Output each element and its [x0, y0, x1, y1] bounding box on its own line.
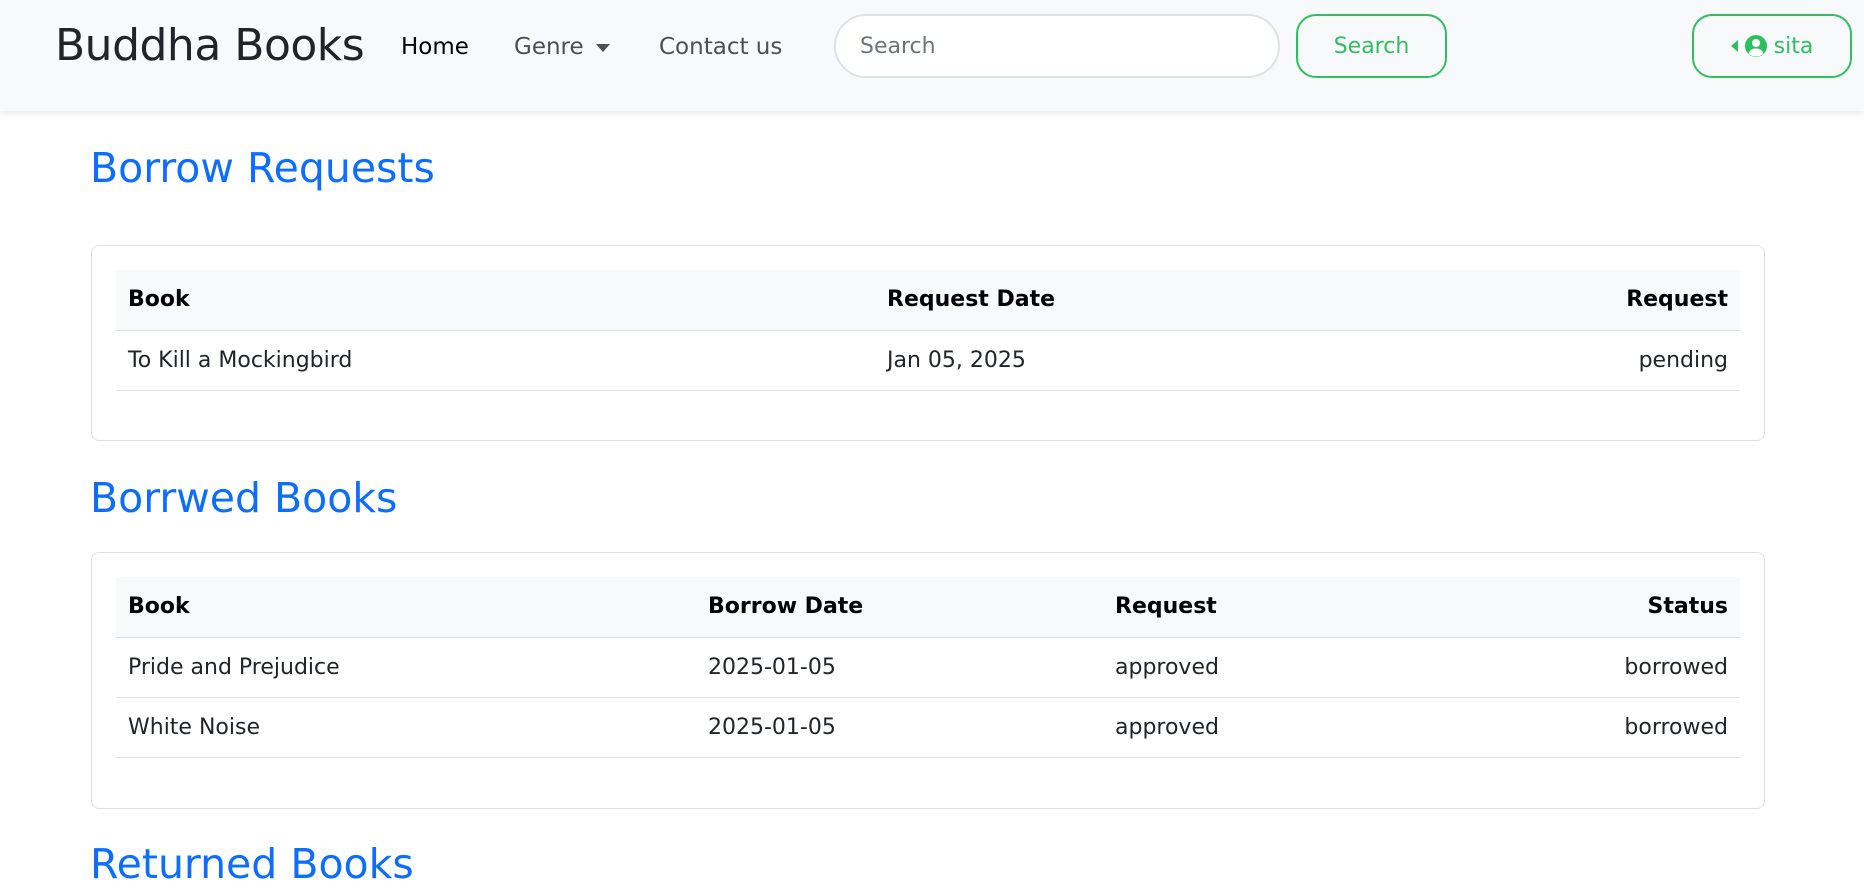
cell-status: borrowed: [1423, 697, 1740, 758]
user-menu-button[interactable]: sita: [1692, 14, 1852, 78]
user-circle-icon: [1744, 35, 1767, 57]
table-row: To Kill a Mockingbird Jan 05, 2025 pendi…: [116, 330, 1740, 391]
caret-down-icon: [595, 44, 610, 52]
returned-books-title: Returned Books: [90, 840, 414, 888]
cell-book: White Noise: [116, 697, 696, 758]
cell-borrow-date: 2025-01-05: [696, 637, 1103, 698]
borrow-requests-table: Book Request Date Request To Kill a Mock…: [116, 270, 1740, 391]
cell-request: approved: [1103, 697, 1423, 758]
table-header-row: Book Request Date Request: [116, 270, 1740, 331]
nav-genre-dropdown[interactable]: Genre: [514, 34, 610, 60]
nav-contact-link[interactable]: Contact us: [659, 34, 782, 60]
search-button[interactable]: Search: [1296, 14, 1447, 78]
column-header-borrow-date: Borrow Date: [696, 577, 1103, 638]
cell-request-status: pending: [1408, 330, 1740, 391]
cell-book: To Kill a Mockingbird: [116, 330, 875, 391]
table-row: Pride and Prejudice 2025-01-05 approved …: [116, 637, 1740, 698]
borrow-requests-card: Book Request Date Request To Kill a Mock…: [91, 245, 1765, 441]
caret-left-icon: [1730, 40, 1738, 52]
column-header-book: Book: [116, 270, 875, 331]
nav-home-link[interactable]: Home: [401, 34, 469, 60]
column-header-status: Status: [1423, 577, 1740, 638]
borrowed-books-table: Book Borrow Date Request Status Pride an…: [116, 577, 1740, 758]
borrowed-books-card: Book Borrow Date Request Status Pride an…: [91, 552, 1765, 809]
column-header-book: Book: [116, 577, 696, 638]
borrowed-books-title: Borrwed Books: [90, 474, 398, 522]
cell-request-date: Jan 05, 2025: [875, 330, 1408, 391]
navbar: Buddha Books Home Genre Contact us Searc…: [0, 0, 1864, 111]
cell-borrow-date: 2025-01-05: [696, 697, 1103, 758]
column-header-request: Request: [1408, 270, 1740, 331]
brand-logo[interactable]: Buddha Books: [55, 20, 365, 71]
cell-book: Pride and Prejudice: [116, 637, 696, 698]
cell-status: borrowed: [1423, 637, 1740, 698]
table-header-row: Book Borrow Date Request Status: [116, 577, 1740, 638]
borrow-requests-title: Borrow Requests: [90, 144, 435, 192]
cell-request: approved: [1103, 637, 1423, 698]
nav-genre-label: Genre: [514, 34, 584, 60]
table-row: White Noise 2025-01-05 approved borrowed: [116, 697, 1740, 758]
column-header-request: Request: [1103, 577, 1423, 638]
column-header-request-date: Request Date: [875, 270, 1408, 331]
user-name-label: sita: [1773, 33, 1814, 59]
search-input[interactable]: [834, 14, 1280, 78]
